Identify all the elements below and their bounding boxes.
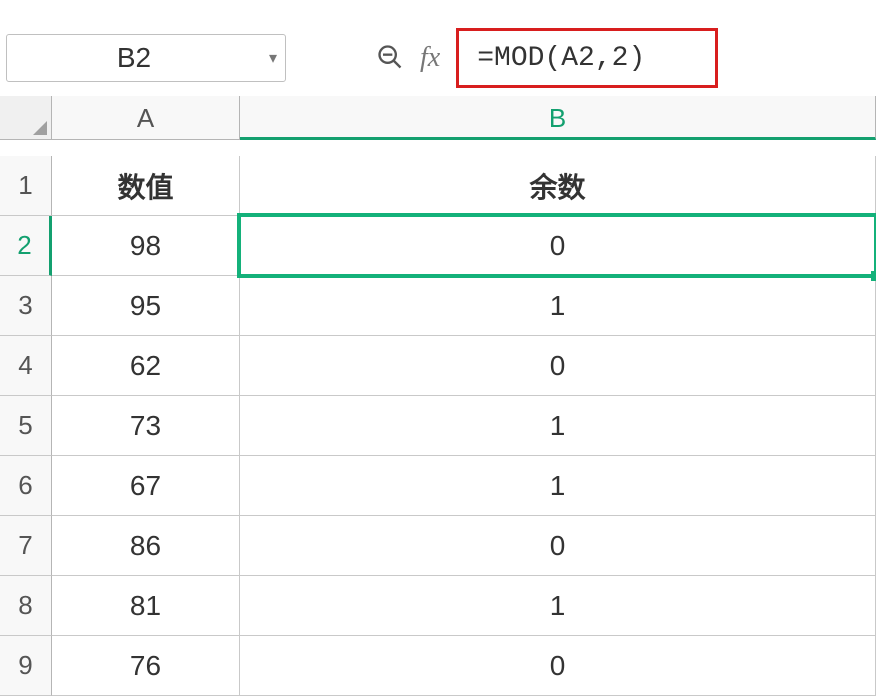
cell-A4[interactable]: 62 xyxy=(52,336,240,396)
cell-B3[interactable]: 1 xyxy=(240,276,876,336)
cell-A1[interactable]: 数值 xyxy=(52,156,240,216)
cell-B7[interactable]: 0 xyxy=(240,516,876,576)
formula-text: =MOD(A2,2) xyxy=(477,43,645,74)
chevron-down-icon[interactable]: ▾ xyxy=(261,48,285,68)
cell-B8[interactable]: 1 xyxy=(240,576,876,636)
cell-A2[interactable]: 98 xyxy=(52,216,240,276)
row-header-2[interactable]: 2 xyxy=(0,216,52,276)
row-header-4[interactable]: 4 xyxy=(0,336,52,396)
cell-B5[interactable]: 1 xyxy=(240,396,876,456)
cell-B6[interactable]: 1 xyxy=(240,456,876,516)
row-header-1[interactable]: 1 xyxy=(0,156,52,216)
spreadsheet-grid[interactable]: A B 1 数值 余数 2 98 0 3 95 1 4 62 0 5 73 1 … xyxy=(0,96,876,696)
name-box-value: B2 xyxy=(7,42,261,74)
cell-B9[interactable]: 0 xyxy=(240,636,876,696)
zoom-out-icon[interactable] xyxy=(376,43,406,73)
cell-A9[interactable]: 76 xyxy=(52,636,240,696)
row-header-5[interactable]: 5 xyxy=(0,396,52,456)
row-header-7[interactable]: 7 xyxy=(0,516,52,576)
col-header-B[interactable]: B xyxy=(240,96,876,140)
cell-B4[interactable]: 0 xyxy=(240,336,876,396)
cell-A3[interactable]: 95 xyxy=(52,276,240,336)
fx-label[interactable]: fx xyxy=(420,42,440,74)
row-header-3[interactable]: 3 xyxy=(0,276,52,336)
cell-A7[interactable]: 86 xyxy=(52,516,240,576)
row-header-9[interactable]: 9 xyxy=(0,636,52,696)
formula-input[interactable]: =MOD(A2,2) xyxy=(456,28,718,88)
cell-B2[interactable]: 0 xyxy=(240,216,876,276)
row-header-6[interactable]: 6 xyxy=(0,456,52,516)
cell-A5[interactable]: 73 xyxy=(52,396,240,456)
name-box[interactable]: B2 ▾ xyxy=(6,34,286,82)
cell-B1[interactable]: 余数 xyxy=(240,156,876,216)
row-header-8[interactable]: 8 xyxy=(0,576,52,636)
col-header-A[interactable]: A xyxy=(52,96,240,140)
select-all-corner[interactable] xyxy=(0,96,52,140)
formula-bar-area: B2 ▾ fx =MOD(A2,2) xyxy=(0,0,876,96)
cell-A6[interactable]: 67 xyxy=(52,456,240,516)
cell-A8[interactable]: 81 xyxy=(52,576,240,636)
